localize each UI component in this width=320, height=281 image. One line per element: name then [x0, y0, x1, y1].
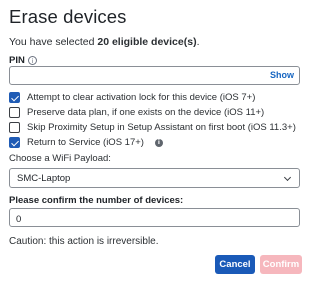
option-label: Skip Proximity Setup in Setup Assistant …	[27, 122, 296, 133]
selected-suffix: .	[196, 36, 200, 48]
option-label: Preserve data plan, if one exists on the…	[27, 107, 265, 118]
option-preserve-data-plan[interactable]: Preserve data plan, if one exists on the…	[9, 107, 264, 118]
pin-input[interactable]	[10, 67, 260, 84]
option-label: Return to Service (iOS 17+)	[27, 137, 144, 148]
pin-field: Show	[9, 66, 300, 85]
confirm-button[interactable]: Confirm	[260, 255, 302, 274]
pin-label: PIN	[9, 55, 25, 66]
confirm-count-field	[9, 208, 300, 228]
checkbox-unchecked[interactable]	[9, 107, 20, 118]
selected-prefix: You have selected	[9, 36, 98, 48]
option-label: Attempt to clear activation lock for thi…	[27, 92, 256, 103]
wifi-payload-select[interactable]: SMC-Laptop	[9, 168, 300, 188]
dialog-title: Erase devices	[9, 6, 127, 27]
info-filled-icon[interactable]: i	[154, 138, 163, 147]
confirm-count-label: Please confirm the number of devices:	[9, 195, 184, 206]
cancel-button[interactable]: Cancel	[215, 255, 255, 274]
checkbox-checked[interactable]	[9, 92, 20, 103]
confirm-count-input[interactable]	[10, 211, 299, 228]
chevron-down-icon	[283, 173, 292, 182]
pin-label-row: PIN i	[9, 55, 37, 66]
selected-summary: You have selected 20 eligible device(s).	[9, 36, 200, 48]
selected-count: 20 eligible device(s)	[97, 36, 197, 48]
wifi-payload-selected-value: SMC-Laptop	[17, 172, 71, 184]
checkbox-checked[interactable]	[9, 137, 20, 148]
option-return-to-service[interactable]: Return to Service (iOS 17+) i	[9, 137, 163, 148]
caution-text: Caution: this action is irreversible.	[9, 236, 159, 247]
checkbox-unchecked[interactable]	[9, 122, 20, 133]
option-clear-activation-lock[interactable]: Attempt to clear activation lock for thi…	[9, 92, 255, 103]
info-outline-icon[interactable]: i	[27, 56, 37, 65]
wifi-payload-label: Choose a WiFi Payload:	[9, 153, 111, 164]
option-skip-proximity-setup[interactable]: Skip Proximity Setup in Setup Assistant …	[9, 122, 296, 133]
show-pin-button[interactable]: Show	[270, 70, 294, 80]
